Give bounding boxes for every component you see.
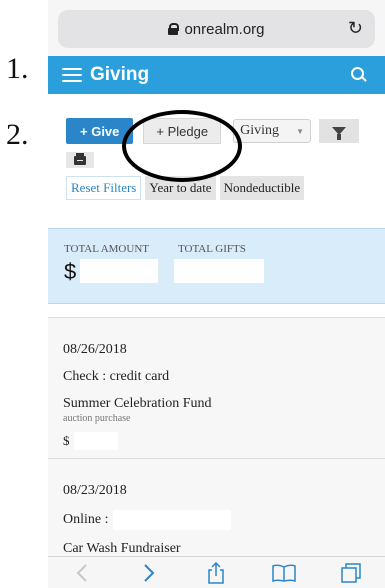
gift-method: Check : credit card — [63, 369, 170, 384]
giving-type-value: Giving — [240, 123, 279, 138]
printer-icon — [74, 152, 86, 165]
reset-filters-button[interactable]: Reset Filters — [66, 176, 142, 200]
annotation-column: 1. 2. — [0, 0, 48, 588]
url-text: onrealm.org — [184, 20, 265, 38]
filter-chip-year-to-date[interactable]: Year to date — [145, 176, 216, 200]
gift-fund: Summer Celebration Fund — [63, 396, 212, 411]
divider — [48, 304, 385, 318]
chevron-down-icon: ▼ — [296, 126, 305, 136]
gift-method-redacted — [112, 510, 231, 530]
gift-list-item[interactable]: 08/26/2018 Check : credit card Summer Ce… — [48, 318, 385, 458]
address-bar[interactable]: onrealm.org ↻ — [58, 10, 375, 48]
giving-toolbar: + Give + Pledge Giving ▼ Reset Filters Y… — [48, 94, 385, 214]
gift-note: auction purchase — [63, 413, 131, 424]
annotation-number-1: 1. — [6, 52, 29, 85]
totals-panel: TOTAL AMOUNT TOTAL GIFTS $ — [48, 228, 385, 304]
browser-top-bar: onrealm.org ↻ — [48, 0, 385, 56]
lock-icon — [168, 23, 180, 35]
print-button[interactable] — [66, 152, 94, 168]
filter-chip-nondeductible[interactable]: Nondeductible — [219, 176, 305, 200]
reload-icon[interactable]: ↻ — [348, 18, 363, 39]
total-amount-redacted — [80, 259, 158, 283]
total-gifts-label: TOTAL GIFTS — [178, 243, 246, 255]
browser-bottom-bar — [48, 556, 385, 588]
gift-amount-currency: $ — [63, 433, 70, 448]
gift-method: Online : — [63, 510, 385, 530]
search-icon[interactable] — [351, 67, 367, 83]
menu-icon[interactable] — [62, 68, 82, 82]
gift-date: 08/26/2018 — [63, 342, 127, 357]
total-gifts-redacted — [174, 259, 264, 283]
pledge-button[interactable]: + Pledge — [143, 118, 222, 144]
total-amount-label: TOTAL AMOUNT — [64, 243, 149, 255]
gift-fund: Car Wash Fundraiser — [63, 541, 181, 556]
bookmarks-icon[interactable] — [271, 561, 297, 585]
gift-amount-redacted — [73, 432, 118, 450]
phone-screen: onrealm.org ↻ Giving + Give + Pledge Giv… — [48, 0, 385, 588]
gift-method-text: Online : — [63, 512, 109, 527]
annotation-number-2: 2. — [6, 118, 29, 151]
giving-type-select[interactable]: Giving ▼ — [233, 119, 312, 143]
app-header: Giving — [48, 56, 385, 94]
total-amount-currency: $ — [64, 259, 77, 284]
back-icon[interactable] — [69, 561, 95, 585]
filter-button[interactable] — [319, 119, 360, 143]
filter-icon — [332, 127, 347, 140]
give-button[interactable]: + Give — [66, 118, 134, 144]
share-icon[interactable] — [203, 561, 229, 585]
gift-amount: $ — [63, 432, 385, 450]
gift-date: 08/23/2018 — [63, 483, 127, 498]
tabs-icon[interactable] — [338, 561, 364, 585]
page-title: Giving — [90, 64, 150, 85]
forward-icon[interactable] — [136, 561, 162, 585]
